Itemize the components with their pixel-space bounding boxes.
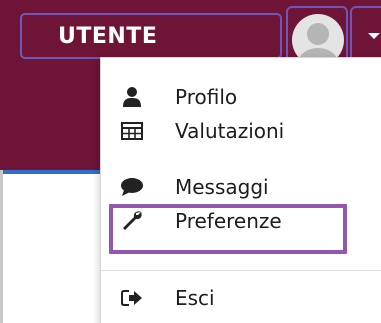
menu-item-profile[interactable]: Profilo xyxy=(117,80,357,114)
avatar-head xyxy=(307,23,329,45)
menu-divider xyxy=(101,270,381,271)
menu-item-label: Profilo xyxy=(175,85,238,109)
comment-icon xyxy=(117,170,147,204)
page-left-border xyxy=(0,170,3,323)
sign-out-icon xyxy=(117,281,147,315)
menu-item-label: Valutazioni xyxy=(175,119,285,143)
user-dropdown-menu: Profilo Valutazioni Messaggi Preferenze … xyxy=(100,57,381,323)
menu-item-grades[interactable]: Valutazioni xyxy=(117,114,357,148)
navbar-extension xyxy=(0,80,100,170)
menu-item-label: Messaggi xyxy=(175,175,269,199)
menu-item-messages[interactable]: Messaggi xyxy=(117,170,357,204)
menu-item-logout[interactable]: Esci xyxy=(117,281,357,315)
highlight-frame xyxy=(109,204,347,254)
page-header-rule xyxy=(0,170,100,174)
menu-item-label: Esci xyxy=(175,286,215,310)
user-menu-label[interactable]: UTENTE xyxy=(20,13,282,59)
page: UTENTE Profilo Valutazioni Messaggi Pref… xyxy=(0,0,381,323)
user-menu-label-text: UTENTE xyxy=(58,23,158,49)
table-icon xyxy=(117,114,147,148)
user-icon xyxy=(117,80,147,114)
chevron-down-icon[interactable] xyxy=(368,33,380,39)
